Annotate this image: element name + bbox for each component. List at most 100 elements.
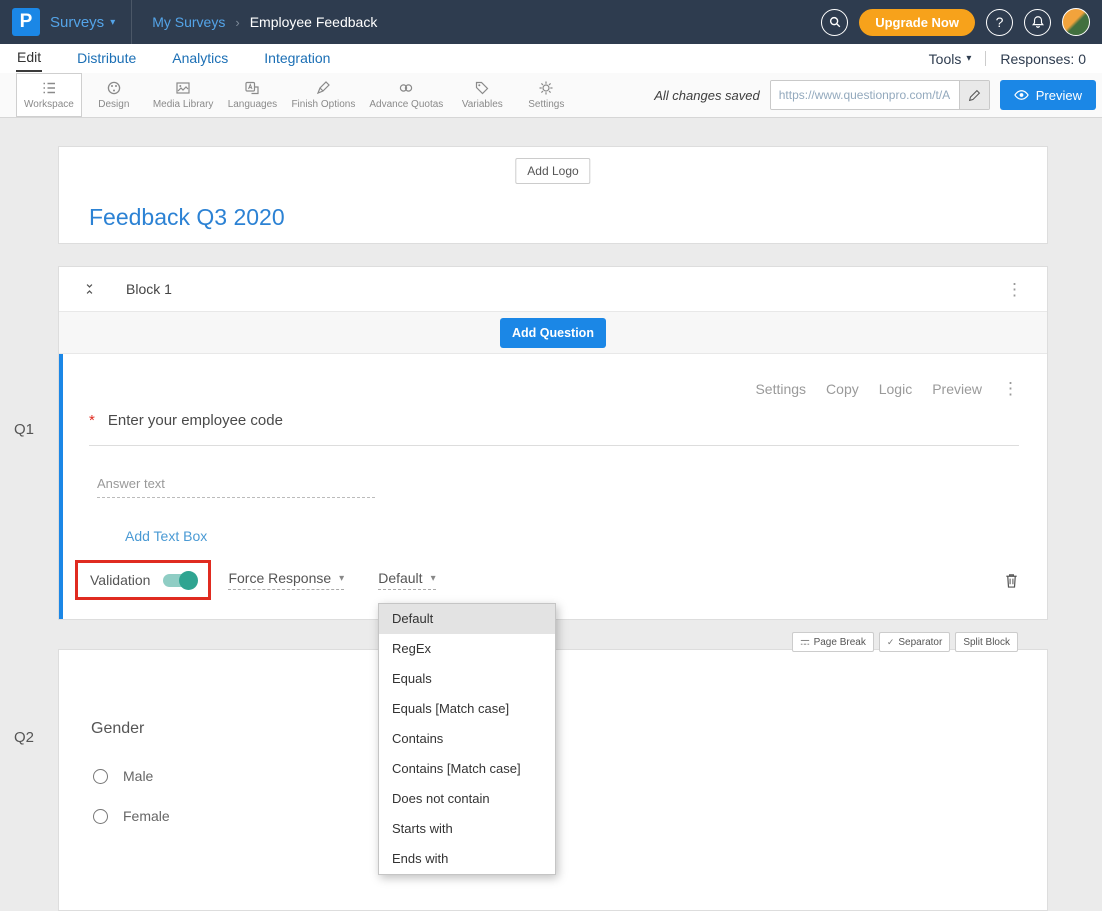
- validation-toggle[interactable]: [163, 574, 196, 587]
- validation-row: Validation Force Response Default: [75, 560, 1019, 600]
- image-icon: [175, 80, 191, 96]
- toolbar-item-finish-options[interactable]: Finish Options: [284, 73, 362, 117]
- edit-url-button[interactable]: [959, 81, 989, 109]
- force-response-dropdown[interactable]: Force Response: [228, 570, 344, 590]
- separator-button[interactable]: Separator: [879, 632, 950, 652]
- toolbar-item-advance-quotas[interactable]: Advance Quotas: [362, 73, 450, 117]
- menu-item-default[interactable]: Default: [379, 604, 555, 634]
- question-preview-link[interactable]: Preview: [932, 381, 982, 397]
- toolbar-item-design[interactable]: Design: [82, 73, 146, 117]
- menu-item-starts-with[interactable]: Starts with: [379, 814, 555, 844]
- toolbar-item-settings[interactable]: Settings: [514, 73, 578, 117]
- add-text-box-link[interactable]: Add Text Box: [125, 528, 207, 544]
- add-question-button[interactable]: Add Question: [500, 318, 606, 348]
- breadcrumb: My Surveys › Employee Feedback: [152, 14, 377, 30]
- question-settings-link[interactable]: Settings: [755, 381, 806, 397]
- menu-item-equals-match-case[interactable]: Equals [Match case]: [379, 694, 555, 724]
- separator-label: Separator: [898, 637, 942, 648]
- toolbar-item-label: Design: [98, 99, 129, 110]
- question-card-q1[interactable]: Settings Copy Logic Preview * Enter your…: [59, 354, 1047, 619]
- tab-integration[interactable]: Integration: [263, 47, 331, 71]
- eye-icon: [1014, 89, 1029, 101]
- editor-canvas: Q1 Q2 Add Logo Feedback Q3 2020 Block 1 …: [0, 118, 1102, 894]
- toolbar-item-variables[interactable]: Variables: [450, 73, 514, 117]
- notifications-button[interactable]: [1024, 9, 1051, 36]
- block-title[interactable]: Block 1: [126, 281, 172, 297]
- help-button[interactable]: ?: [986, 9, 1013, 36]
- tab-edit[interactable]: Edit: [16, 46, 42, 72]
- block-menu-icon[interactable]: [1006, 281, 1023, 298]
- toolbar-item-label: Media Library: [153, 99, 214, 110]
- nav-right: Tools Responses: 0: [929, 51, 1086, 67]
- search-button[interactable]: [821, 9, 848, 36]
- tools-label: Tools: [929, 51, 962, 67]
- validation-label: Validation: [90, 572, 150, 588]
- toolbar-item-workspace[interactable]: Workspace: [16, 73, 82, 117]
- link-icon: [398, 80, 414, 96]
- force-response-label: Force Response: [228, 570, 331, 586]
- pencil-icon: [968, 89, 981, 102]
- topbar-actions: Upgrade Now ?: [821, 8, 1090, 36]
- menu-item-regex[interactable]: RegEx: [379, 634, 555, 664]
- menu-item-equals[interactable]: Equals: [379, 664, 555, 694]
- survey-title[interactable]: Feedback Q3 2020: [89, 204, 285, 231]
- survey-url-input[interactable]: [771, 81, 959, 109]
- answer-text-field[interactable]: Answer text: [97, 476, 375, 498]
- palette-icon: [106, 80, 122, 96]
- required-marker: *: [89, 412, 95, 429]
- validation-highlight-box: Validation: [75, 560, 211, 600]
- add-question-strip: Add Question: [59, 312, 1047, 354]
- toolbar-item-languages[interactable]: Languages: [220, 73, 284, 117]
- radio-label[interactable]: Male: [123, 768, 153, 784]
- upgrade-now-button[interactable]: Upgrade Now: [859, 9, 975, 36]
- validation-type-label: Default: [378, 570, 422, 586]
- question-text[interactable]: Gender: [91, 720, 144, 738]
- validation-type-dropdown[interactable]: Default: [378, 570, 435, 590]
- editor-toolbar: Workspace Design Media Library Languages…: [0, 73, 1102, 118]
- tab-analytics[interactable]: Analytics: [171, 47, 229, 71]
- topbar-divider: [131, 0, 132, 44]
- radio-label[interactable]: Female: [123, 808, 170, 824]
- tools-menu[interactable]: Tools: [929, 51, 972, 67]
- breadcrumb-current: Employee Feedback: [250, 14, 378, 30]
- menu-item-ends-with[interactable]: Ends with: [379, 844, 555, 874]
- preview-button[interactable]: Preview: [1000, 80, 1096, 110]
- question-logic-link[interactable]: Logic: [879, 381, 912, 397]
- collapse-block-icon[interactable]: [83, 282, 96, 296]
- question-number-q2: Q2: [14, 729, 34, 746]
- split-block-label: Split Block: [963, 637, 1010, 648]
- delete-question-button[interactable]: [1004, 572, 1019, 589]
- questionpro-logo[interactable]: P: [12, 8, 40, 36]
- question-text[interactable]: Enter your employee code: [108, 412, 283, 429]
- product-switcher[interactable]: Surveys: [50, 14, 115, 31]
- radio-option-male: Male: [93, 768, 153, 784]
- validation-type-menu: Default RegEx Equals Equals [Match case]…: [378, 603, 556, 875]
- menu-item-does-not-contain[interactable]: Does not contain: [379, 784, 555, 814]
- breadcrumb-my-surveys[interactable]: My Surveys: [152, 14, 225, 30]
- page-break-button[interactable]: Page Break: [792, 632, 874, 652]
- split-block-button[interactable]: Split Block: [955, 632, 1018, 652]
- chevron-down-icon: [431, 573, 436, 584]
- save-status: All changes saved: [654, 88, 760, 103]
- question-copy-link[interactable]: Copy: [826, 381, 859, 397]
- user-avatar[interactable]: [1062, 8, 1090, 36]
- toggle-knob: [179, 571, 198, 590]
- main-nav: Edit Distribute Analytics Integration To…: [0, 44, 1102, 73]
- radio-button[interactable]: [93, 809, 108, 824]
- menu-item-contains[interactable]: Contains: [379, 724, 555, 754]
- page-break-icon: [800, 638, 810, 647]
- question-menu-icon[interactable]: [1002, 380, 1019, 397]
- add-logo-button[interactable]: Add Logo: [515, 158, 590, 184]
- menu-item-contains-match-case[interactable]: Contains [Match case]: [379, 754, 555, 784]
- radio-button[interactable]: [93, 769, 108, 784]
- question-number-q1: Q1: [14, 421, 34, 438]
- toolbar-item-label: Settings: [528, 99, 564, 110]
- toolbar-item-label: Variables: [462, 99, 503, 110]
- tab-distribute[interactable]: Distribute: [76, 47, 137, 71]
- gear-icon: [538, 80, 554, 96]
- toolbar-item-label: Finish Options: [291, 99, 355, 110]
- search-icon: [828, 15, 842, 29]
- tag-icon: [474, 80, 490, 96]
- toolbar-item-media-library[interactable]: Media Library: [146, 73, 221, 117]
- preview-label: Preview: [1036, 88, 1082, 103]
